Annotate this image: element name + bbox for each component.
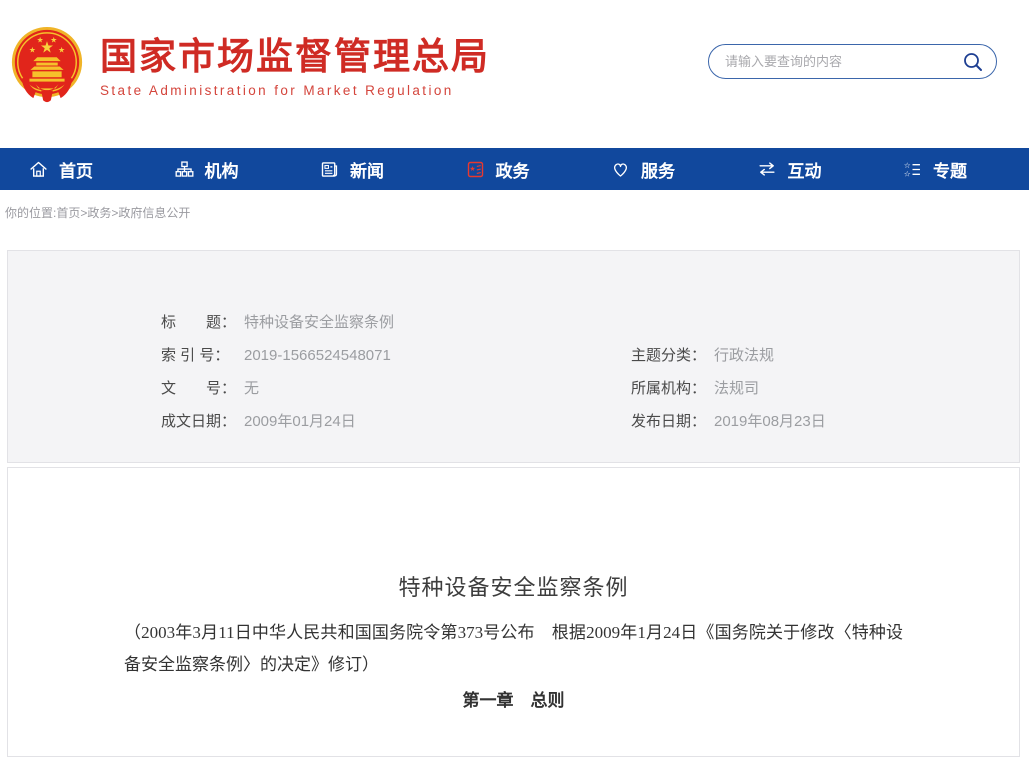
main-nav: 首页 机构 新闻 ★ 政务 服务: [0, 148, 1029, 190]
flag-icon: ★: [465, 159, 486, 180]
meta-value: 2019年08月23日: [714, 413, 826, 430]
meta-label: 标 题：: [161, 311, 241, 332]
national-emblem-icon: ★ ★ ★ ★ ★: [8, 26, 86, 106]
nav-label: 政务: [496, 157, 530, 182]
svg-text:★: ★: [50, 36, 57, 45]
document-title: 特种设备安全监察条例: [8, 570, 1019, 602]
svg-text:☆: ☆: [904, 160, 911, 169]
meta-label: 成文日期：: [161, 410, 241, 431]
nav-item-home[interactable]: 首页: [28, 157, 93, 182]
meta-value: 无: [244, 380, 259, 397]
document-content-panel: 特种设备安全监察条例 （2003年3月11日中华人民共和国国务院令第373号公布…: [7, 467, 1020, 757]
site-brand[interactable]: 国家市场监督管理总局 State Administration for Mark…: [100, 36, 490, 98]
nav-label: 互动: [788, 157, 822, 182]
meta-row-written-date: 成文日期：2009年01月24日: [161, 410, 356, 431]
nav-item-topics[interactable]: ☆ ☆ 专题: [902, 157, 967, 182]
document-meta-panel: 标 题：特种设备安全监察条例 索 引 号：2019-1566524548071 …: [7, 250, 1020, 463]
meta-row-index-number: 索 引 号：2019-1566524548071: [161, 344, 391, 365]
meta-row-title: 标 题：特种设备安全监察条例: [161, 311, 394, 332]
meta-row-agency: 所属机构：法规司: [631, 377, 759, 398]
breadcrumb[interactable]: 你的位置:首页>政务>政府信息公开: [5, 204, 190, 221]
nav-item-interact[interactable]: 互动: [756, 157, 822, 182]
news-icon: [319, 159, 340, 180]
search-icon: [961, 50, 985, 74]
meta-row-category: 主题分类：行政法规: [631, 344, 774, 365]
search-box: [708, 44, 997, 79]
heart-icon: [610, 159, 631, 180]
search-button[interactable]: [960, 49, 986, 75]
svg-text:★: ★: [37, 36, 44, 45]
nav-label: 首页: [59, 157, 93, 182]
document-publication-note: （2003年3月11日中华人民共和国国务院令第373号公布 根据2009年1月2…: [124, 617, 903, 681]
site-subtitle: State Administration for Market Regulati…: [100, 83, 490, 98]
svg-text:★: ★: [58, 45, 65, 54]
nav-item-news[interactable]: 新闻: [319, 157, 384, 182]
nav-label: 机构: [205, 157, 239, 182]
search-input[interactable]: [725, 54, 960, 69]
meta-label: 发布日期：: [631, 410, 711, 431]
site-header: ★ ★ ★ ★ ★ 国家市场监督管理总局 State Administratio…: [0, 0, 1029, 148]
meta-row-publish-date: 发布日期：2019年08月23日: [631, 410, 826, 431]
meta-label: 文 号：: [161, 377, 241, 398]
nav-item-services[interactable]: 服务: [610, 157, 675, 182]
nav-label: 专题: [933, 157, 967, 182]
meta-label: 主题分类：: [631, 344, 711, 365]
nav-label: 服务: [641, 157, 675, 182]
svg-text:★: ★: [469, 164, 475, 172]
swap-arrows-icon: [756, 158, 778, 180]
nav-item-gov-affairs[interactable]: ★ 政务: [465, 157, 530, 182]
meta-value: 特种设备安全监察条例: [244, 314, 394, 331]
nav-label: 新闻: [350, 157, 384, 182]
meta-label: 所属机构：: [631, 377, 711, 398]
site-title: 国家市场监督管理总局: [100, 36, 490, 78]
meta-value: 2009年01月24日: [244, 413, 356, 430]
national-emblem-logo[interactable]: ★ ★ ★ ★ ★: [8, 26, 86, 106]
star-list-icon: ☆ ☆: [902, 159, 923, 180]
home-icon: [28, 159, 49, 180]
svg-text:☆: ☆: [904, 169, 911, 178]
org-chart-icon: [174, 159, 195, 180]
chapter-heading: 第一章 总则: [8, 686, 1019, 711]
svg-text:★: ★: [29, 45, 36, 54]
meta-value: 2019-1566524548071: [244, 347, 391, 364]
nav-item-orgs[interactable]: 机构: [174, 157, 239, 182]
meta-value: 法规司: [714, 380, 759, 397]
meta-value: 行政法规: [714, 347, 774, 364]
meta-label: 索 引 号：: [161, 344, 241, 365]
meta-row-doc-number: 文 号：无: [161, 377, 259, 398]
